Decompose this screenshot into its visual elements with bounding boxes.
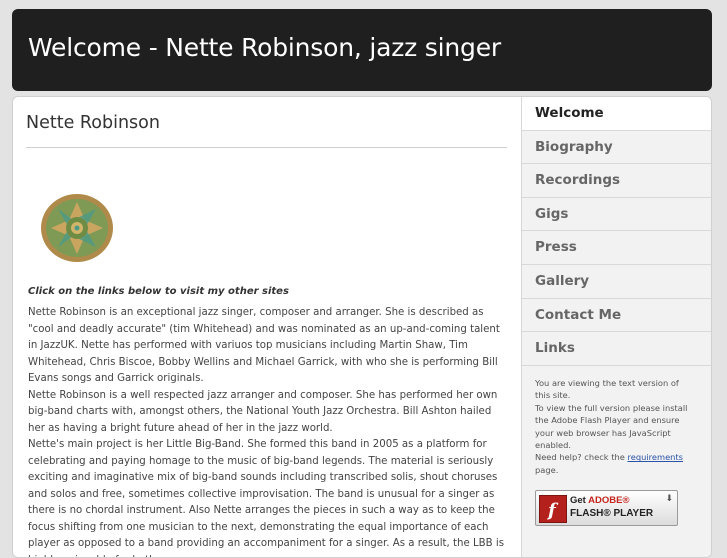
links-heading: Click on the links below to visit my oth… [28,286,289,297]
title-divider [26,147,507,148]
content-area: Nette Robinson Click on the links below … [13,97,521,557]
nav-item-biography[interactable]: Biography [522,131,711,165]
main-card: Nette Robinson Click on the links below … [12,96,712,558]
nav-item-contact-me[interactable]: Contact Me [522,299,711,333]
text-version-notice: You are viewing the text version of this… [535,377,695,476]
nav-item-gallery[interactable]: Gallery [522,265,711,299]
nav-item-recordings[interactable]: Recordings [522,164,711,198]
nav-item-press[interactable]: Press [522,231,711,265]
flash-adobe-text: ADOBE® [588,495,630,506]
notice-line: You are viewing the text version of this… [535,378,679,401]
site-title: Welcome - Nette Robinson, jazz singer [28,33,501,62]
intro-paragraph: Nette's main project is her Little Big-B… [28,439,505,557]
sidebar: Welcome Biography Recordings Gigs Press … [521,97,711,557]
mandala-logo-icon [41,194,113,262]
intro-paragraph: Nette Robinson is a well respected jazz … [28,389,498,434]
get-flash-player-button[interactable]: f Get ADOBE® FLASH® PLAYER ⬇ [535,490,678,526]
requirements-link[interactable]: requirements [627,452,683,462]
site-header: Welcome - Nette Robinson, jazz singer [12,9,712,91]
nav-item-welcome[interactable]: Welcome [522,97,711,131]
page-title: Nette Robinson [26,113,160,133]
nav-item-gigs[interactable]: Gigs [522,198,711,232]
flash-get-label: Get ADOBE® [570,495,629,506]
help-suffix: page. [535,464,559,475]
download-arrow-icon: ⬇ [665,494,673,504]
notice-line: To view the full version please install … [535,402,688,451]
intro-text: Nette Robinson is an exceptional jazz si… [28,305,510,557]
flash-player-icon: f [539,495,567,523]
help-line: Need help? check the requirements page. [535,451,695,476]
help-prefix: Need help? check the [535,452,628,463]
flash-get-text: Get [570,495,586,506]
nav-item-links[interactable]: Links [522,332,711,366]
intro-paragraph: Nette Robinson is an exceptional jazz si… [28,307,500,384]
flash-player-label: FLASH® PLAYER [570,508,654,519]
